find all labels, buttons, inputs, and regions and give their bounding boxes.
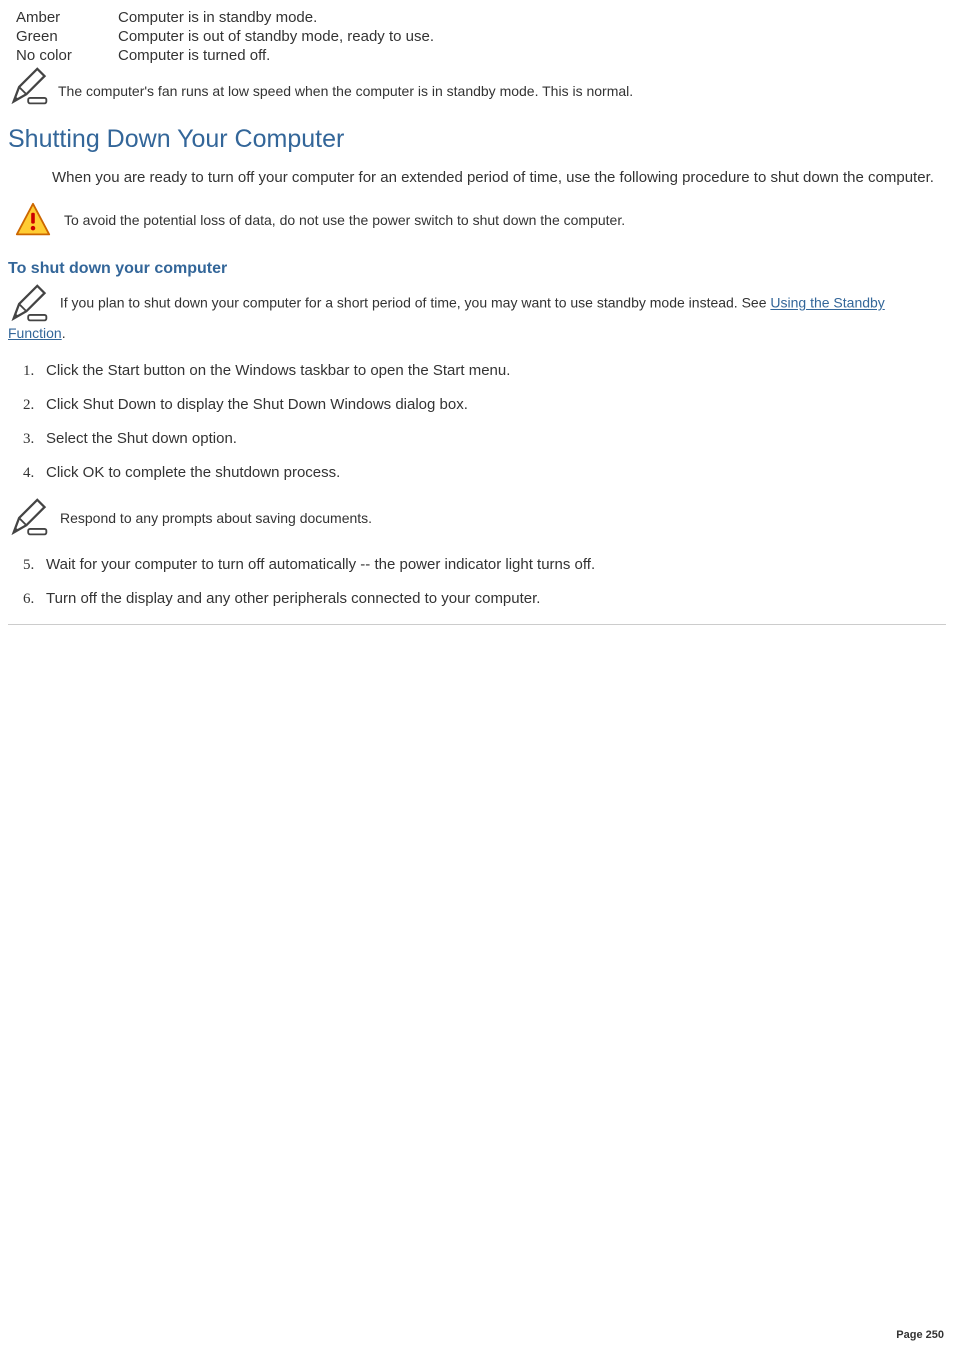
- step-text: Wait for your computer to turn off autom…: [46, 556, 595, 573]
- step-text: Click Shut Down to display the Shut Down…: [46, 396, 468, 413]
- status-table: Amber Computer is in standby mode. Green…: [8, 8, 434, 65]
- note-standby-post: .: [62, 325, 66, 341]
- status-row: No color Computer is turned off.: [8, 46, 434, 65]
- step-item: Click Shut Down to display the Shut Down…: [38, 396, 946, 414]
- status-desc: Computer is turned off.: [118, 46, 434, 65]
- divider: [8, 624, 946, 625]
- status-row: Amber Computer is in standby mode.: [8, 8, 434, 27]
- note-respond: Respond to any prompts about saving docu…: [8, 498, 946, 538]
- heading-shutdown: Shutting Down Your Computer: [8, 125, 946, 154]
- warning-text: To avoid the potential loss of data, do …: [64, 212, 625, 228]
- status-label: Green: [8, 27, 118, 46]
- step-item: Wait for your computer to turn off autom…: [38, 556, 946, 574]
- note-standby: If you plan to shut down your computer f…: [8, 284, 946, 344]
- step-item: Click OK to complete the shutdown proces…: [38, 464, 946, 482]
- step-text: Click OK to complete the shutdown proces…: [46, 464, 340, 481]
- status-desc: Computer is in standby mode.: [118, 8, 434, 27]
- step-text: Select the Shut down option.: [46, 430, 237, 447]
- step-item: Turn off the display and any other perip…: [38, 590, 946, 608]
- status-desc: Computer is out of standby mode, ready t…: [118, 27, 434, 46]
- note-fan: The computer's fan runs at low speed whe…: [8, 67, 946, 107]
- status-label: No color: [8, 46, 118, 65]
- step-text: Click the Start button on the Windows ta…: [46, 362, 510, 379]
- pen-icon: [8, 284, 52, 324]
- note-text: Respond to any prompts about saving docu…: [60, 510, 372, 526]
- step-text: Turn off the display and any other perip…: [46, 590, 540, 607]
- warning-block: To avoid the potential loss of data, do …: [14, 202, 946, 238]
- page-number: Page 250: [896, 1329, 944, 1341]
- intro-paragraph: When you are ready to turn off your comp…: [52, 168, 946, 188]
- steps-list: Click the Start button on the Windows ta…: [38, 362, 946, 482]
- note-text: The computer's fan runs at low speed whe…: [58, 67, 633, 99]
- pen-icon: [8, 67, 52, 107]
- warning-icon: [14, 202, 52, 238]
- step-item: Select the Shut down option.: [38, 430, 946, 448]
- status-row: Green Computer is out of standby mode, r…: [8, 27, 434, 46]
- step-item: Click the Start button on the Windows ta…: [38, 362, 946, 380]
- steps-list-continued: Wait for your computer to turn off autom…: [38, 556, 946, 608]
- note-standby-pre: If you plan to shut down your computer f…: [60, 295, 771, 311]
- subheading-shutdown: To shut down your computer: [8, 260, 946, 278]
- status-label: Amber: [8, 8, 118, 27]
- pen-icon: [8, 498, 52, 538]
